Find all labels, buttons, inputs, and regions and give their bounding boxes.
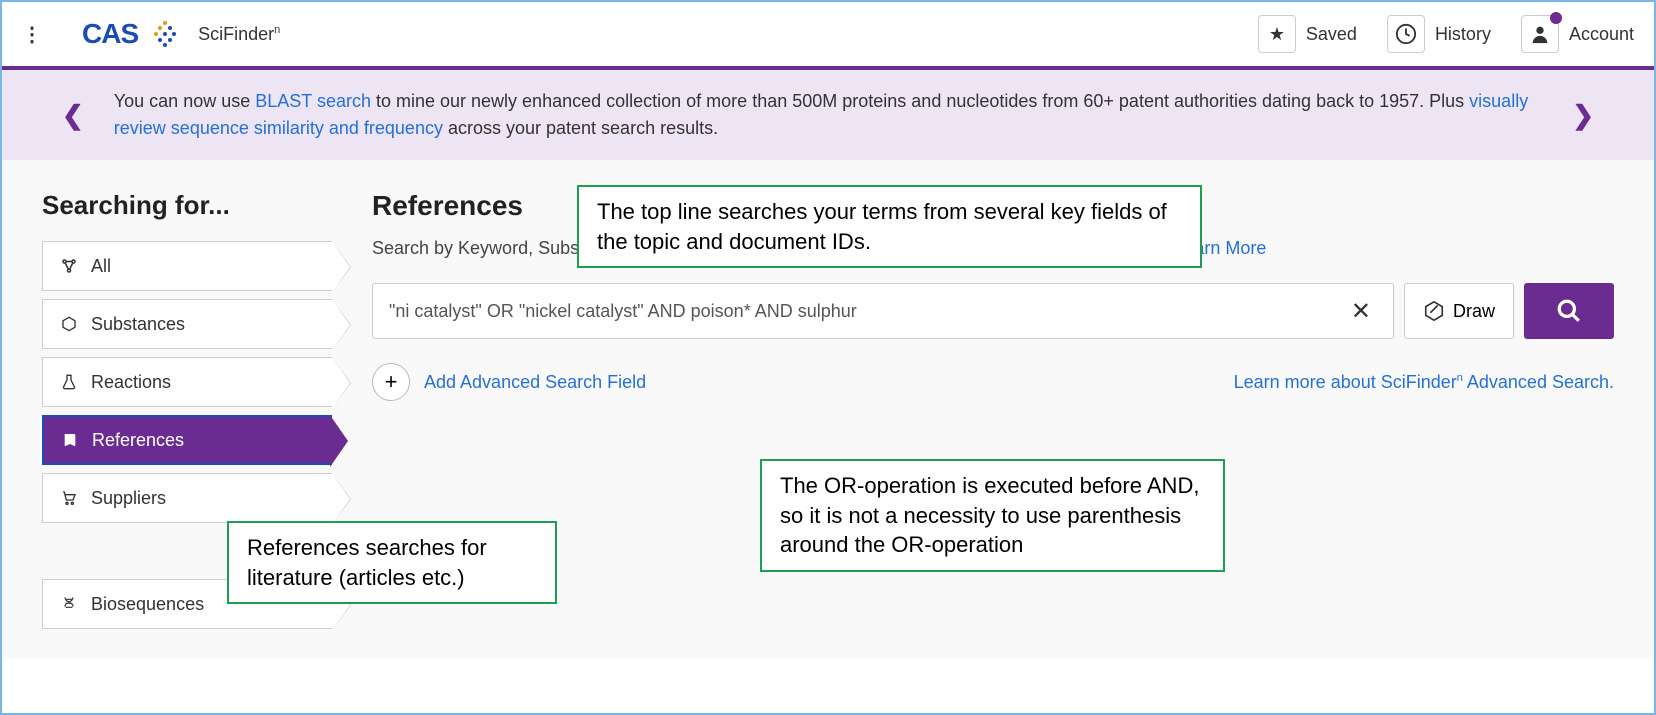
nodes-icon (59, 257, 79, 275)
search-box: ✕ (372, 283, 1394, 339)
sidebar-heading: Searching for... (42, 190, 332, 221)
cas-logo-text: CAS (82, 18, 138, 50)
search-row: ✕ Draw (372, 283, 1614, 339)
menu-dots-icon[interactable]: ⋮ (22, 22, 42, 47)
search-input[interactable] (389, 301, 1345, 322)
tab-all[interactable]: All (42, 241, 332, 291)
tab-all-label: All (91, 256, 111, 277)
tab-reactions[interactable]: Reactions (42, 357, 332, 407)
person-icon (1529, 23, 1551, 45)
account-button[interactable]: Account (1521, 15, 1634, 53)
logo-area[interactable]: CAS SciFindern (82, 18, 280, 50)
flask-icon (59, 373, 79, 391)
book-icon (60, 431, 80, 449)
add-field-link[interactable]: Add Advanced Search Field (424, 372, 646, 393)
cart-icon (59, 490, 79, 506)
tab-references-label: References (92, 430, 184, 451)
tab-suppliers-label: Suppliers (91, 488, 166, 509)
saved-label: Saved (1306, 24, 1357, 45)
cas-dots-icon (150, 19, 180, 49)
tab-biosequences-label: Biosequences (91, 594, 204, 615)
add-field-row: + Add Advanced Search Field Learn more a… (372, 363, 1614, 401)
draw-label: Draw (1453, 301, 1495, 322)
clear-icon[interactable]: ✕ (1345, 297, 1377, 326)
header-right: ★ Saved History Account (1258, 15, 1634, 53)
callout-references: References searches for literature (arti… (227, 521, 557, 604)
announcement-banner: ❮ You can now use BLAST search to mine o… (2, 70, 1654, 160)
draw-button[interactable]: Draw (1404, 283, 1514, 339)
banner-next-icon[interactable]: ❯ (1572, 100, 1594, 131)
add-field-button[interactable]: + (372, 363, 410, 401)
brand-name: SciFindern (198, 24, 280, 45)
search-icon (1556, 298, 1582, 324)
callout-or-operation: The OR-operation is executed before AND,… (760, 459, 1225, 572)
tab-reactions-label: Reactions (91, 372, 171, 393)
tab-references[interactable]: References (42, 415, 332, 465)
clock-icon (1395, 23, 1417, 45)
star-icon: ★ (1269, 24, 1285, 45)
saved-button[interactable]: ★ Saved (1258, 15, 1357, 53)
notification-dot-icon (1550, 12, 1562, 24)
hexagon-icon (59, 315, 79, 333)
account-label: Account (1569, 24, 1634, 45)
tab-suppliers[interactable]: Suppliers (42, 473, 332, 523)
advanced-search-learn-link[interactable]: Learn more about SciFindern Advanced Sea… (1234, 372, 1614, 393)
app-header: ⋮ CAS SciFindern ★ Saved History A (2, 2, 1654, 70)
dna-icon (59, 595, 79, 613)
banner-prev-icon[interactable]: ❮ (62, 100, 84, 131)
tab-substances-label: Substances (91, 314, 185, 335)
callout-top-line: The top line searches your terms from se… (577, 185, 1202, 268)
blast-search-link[interactable]: BLAST search (255, 91, 371, 111)
banner-text: You can now use BLAST search to mine our… (114, 88, 1542, 142)
search-button[interactable] (1524, 283, 1614, 339)
tab-substances[interactable]: Substances (42, 299, 332, 349)
plus-icon: + (385, 369, 398, 395)
hexagon-pencil-icon (1423, 299, 1445, 323)
history-label: History (1435, 24, 1491, 45)
history-button[interactable]: History (1387, 15, 1491, 53)
